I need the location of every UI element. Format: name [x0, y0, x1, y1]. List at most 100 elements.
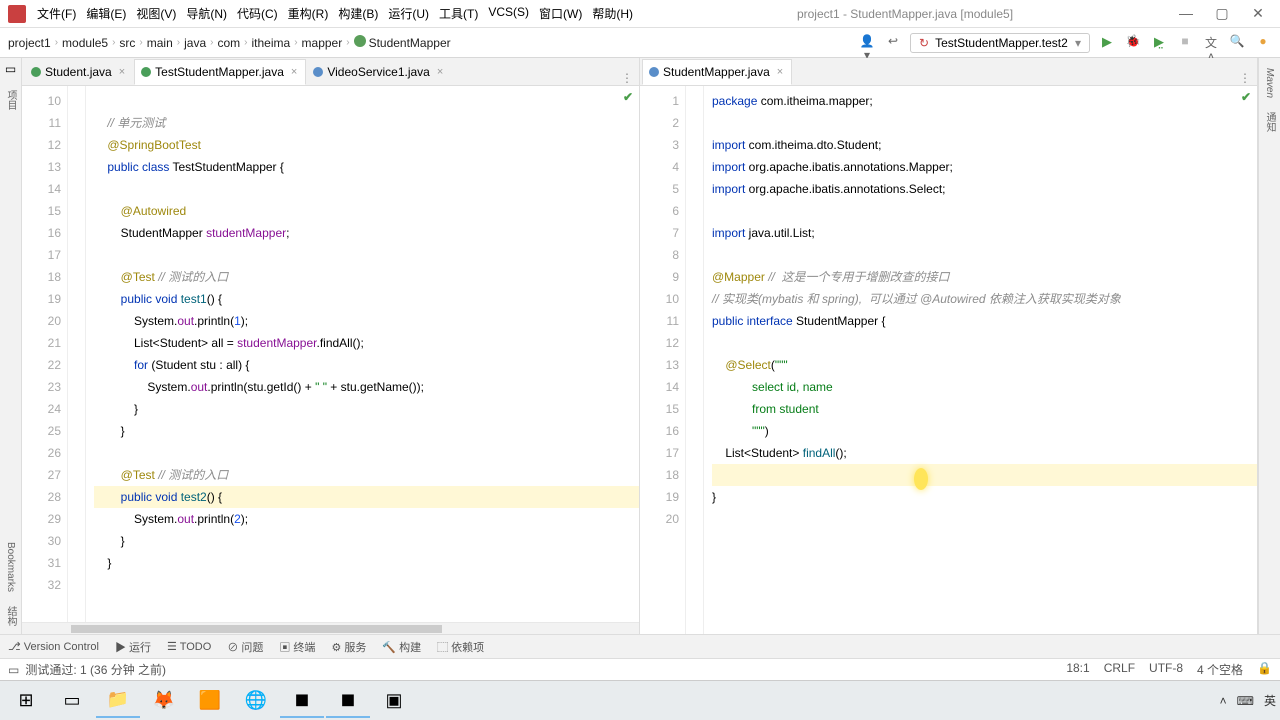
- datagrip-icon[interactable]: ◼: [326, 684, 370, 718]
- sidebar-label-structure[interactable]: 结构: [3, 606, 18, 626]
- main-menu[interactable]: 文件(F)编辑(E)视图(V)导航(N)代码(C)重构(R)构建(B)运行(U)…: [34, 3, 636, 24]
- tray-up-icon[interactable]: ˄: [1220, 694, 1227, 708]
- tab-more-icon[interactable]: ⋮: [1239, 71, 1251, 85]
- menu-item[interactable]: 重构(R): [285, 3, 332, 24]
- breadcrumb-item[interactable]: main: [147, 36, 173, 50]
- close-tab-icon[interactable]: ×: [119, 66, 125, 78]
- right-sidebar[interactable]: Maven 通知: [1258, 58, 1280, 634]
- tab-more-icon[interactable]: ⋮: [621, 71, 633, 85]
- breadcrumb[interactable]: project1›module5›src›main›java›com›ithei…: [8, 35, 858, 50]
- search-icon[interactable]: 🔍: [1228, 34, 1246, 52]
- left-sidebar[interactable]: ▭ 项目 Bookmarks 结构: [0, 58, 22, 634]
- toolwindow-tab[interactable]: ⬚ 依赖项: [437, 639, 484, 655]
- sidebar-label-project[interactable]: 项目: [3, 90, 18, 110]
- toolwindow-tab[interactable]: ☰ TODO: [167, 640, 211, 653]
- app-logo-icon: [8, 5, 26, 23]
- editor-right: StudentMapper.java× ⋮ 1234567891011121314…: [640, 58, 1258, 634]
- menu-item[interactable]: VCS(S): [485, 3, 532, 24]
- inspection-ok-icon: ✔: [1241, 90, 1251, 104]
- code-right[interactable]: 1234567891011121314151617181920 package …: [640, 86, 1257, 634]
- explorer-icon[interactable]: 📁: [96, 684, 140, 718]
- status-icon: ▭: [8, 663, 19, 677]
- code-left[interactable]: 10111213↻141516171819↻202122232425262728…: [22, 86, 639, 622]
- close-tab-icon[interactable]: ×: [437, 66, 443, 78]
- window-controls[interactable]: — ▢ ✕: [1174, 5, 1270, 22]
- terminal-icon[interactable]: ▣: [372, 684, 416, 718]
- window-title: project1 - StudentMapper.java [module5]: [636, 7, 1174, 21]
- menu-item[interactable]: 工具(T): [436, 3, 481, 24]
- windows-taskbar[interactable]: ⊞ ▭ 📁 🦊 🟧 🌐 ◼ ◼ ▣ ˄ ⌨ 英: [0, 680, 1280, 720]
- settings-icon[interactable]: ●: [1254, 34, 1272, 52]
- user-icon[interactable]: 👤▾: [858, 34, 876, 52]
- ime-lang[interactable]: 英: [1264, 692, 1276, 709]
- toolwindow-tab[interactable]: ⊘ 问题: [227, 639, 263, 655]
- editor-left: Student.java×TestStudentMapper.java×Vide…: [22, 58, 640, 634]
- tabs-right[interactable]: StudentMapper.java× ⋮: [640, 58, 1257, 86]
- sidebar-label-notify[interactable]: 通知: [1262, 112, 1277, 132]
- ime-icon[interactable]: ⌨: [1237, 694, 1254, 708]
- file-encoding[interactable]: UTF-8: [1149, 661, 1183, 678]
- editor-tab[interactable]: TestStudentMapper.java×: [134, 59, 306, 85]
- minimize-icon[interactable]: —: [1174, 5, 1198, 22]
- edge-icon[interactable]: 🌐: [234, 684, 278, 718]
- run-config-selector[interactable]: ↻ TestStudentMapper.test2 ▾: [910, 33, 1090, 53]
- system-tray[interactable]: ˄ ⌨ 英: [1220, 692, 1276, 709]
- indent-info[interactable]: 4 个空格: [1197, 661, 1243, 678]
- title-bar: 文件(F)编辑(E)视图(V)导航(N)代码(C)重构(R)构建(B)运行(U)…: [0, 0, 1280, 28]
- line-numbers-right: 1234567891011121314151617181920: [640, 86, 686, 634]
- close-tab-icon[interactable]: ×: [291, 66, 297, 78]
- intellij-icon[interactable]: ◼: [280, 684, 324, 718]
- office-icon[interactable]: 🟧: [188, 684, 232, 718]
- run-icon[interactable]: ▶: [1098, 34, 1116, 52]
- start-button[interactable]: ⊞: [4, 684, 48, 718]
- close-tab-icon[interactable]: ×: [777, 66, 783, 78]
- hscroll-left[interactable]: [22, 622, 639, 634]
- tool-window-bar[interactable]: ⎇ Version Control ▶ 运行 ☰ TODO ⊘ 问题 ▣ 终端 ⚙ 服务 🔨…: [0, 634, 1280, 658]
- breadcrumb-item[interactable]: itheima: [252, 36, 291, 50]
- translate-icon[interactable]: 文A: [1202, 34, 1220, 52]
- breadcrumb-item[interactable]: com: [217, 36, 240, 50]
- editor-tab[interactable]: StudentMapper.java×: [642, 59, 792, 85]
- toolwindow-tab[interactable]: ⚙ 服务: [331, 639, 366, 655]
- menu-item[interactable]: 文件(F): [34, 3, 79, 24]
- menu-item[interactable]: 编辑(E): [83, 3, 129, 24]
- maximize-icon[interactable]: ▢: [1210, 5, 1234, 22]
- menu-item[interactable]: 构建(B): [335, 3, 381, 24]
- toolwindow-tab[interactable]: ▣ 终端: [279, 639, 315, 655]
- breadcrumb-item[interactable]: src: [119, 36, 135, 50]
- breadcrumb-item[interactable]: mapper: [302, 36, 343, 50]
- coverage-icon[interactable]: ▶̤: [1150, 34, 1168, 52]
- toolwindow-tab[interactable]: 🔨 构建: [382, 639, 421, 655]
- toolwindow-tab[interactable]: ⎇ Version Control: [8, 640, 99, 653]
- task-view-icon[interactable]: ▭: [50, 684, 94, 718]
- editor-tab[interactable]: Student.java×: [24, 59, 134, 85]
- gutter-left: [68, 86, 86, 622]
- sidebar-label-bookmarks[interactable]: Bookmarks: [5, 542, 16, 592]
- toolwindow-tab[interactable]: ▶ 运行: [115, 639, 151, 655]
- breadcrumb-item[interactable]: StudentMapper: [354, 35, 451, 50]
- sidebar-label-maven[interactable]: Maven: [1264, 68, 1275, 98]
- menu-item[interactable]: 窗口(W): [536, 3, 585, 24]
- stop-icon[interactable]: ■: [1176, 34, 1194, 52]
- menu-item[interactable]: 代码(C): [234, 3, 281, 24]
- readonly-icon[interactable]: 🔒: [1257, 661, 1272, 678]
- source-left[interactable]: // 单元测试 @SpringBootTest public class Tes…: [86, 86, 639, 622]
- debug-icon[interactable]: 🐞: [1124, 34, 1142, 52]
- editor-tab[interactable]: VideoService1.java×: [306, 59, 452, 85]
- main-area: ▭ 项目 Bookmarks 结构 Student.java×TestStude…: [0, 58, 1280, 634]
- breadcrumb-item[interactable]: module5: [62, 36, 108, 50]
- back-arrow-icon[interactable]: ↩: [884, 34, 902, 52]
- caret-position[interactable]: 18:1: [1066, 661, 1089, 678]
- menu-item[interactable]: 导航(N): [183, 3, 230, 24]
- project-tool-icon[interactable]: ▭: [5, 62, 16, 76]
- menu-item[interactable]: 运行(U): [385, 3, 432, 24]
- firefox-icon[interactable]: 🦊: [142, 684, 186, 718]
- breadcrumb-item[interactable]: project1: [8, 36, 51, 50]
- source-right[interactable]: package com.itheima.mapper; import com.i…: [704, 86, 1257, 634]
- menu-item[interactable]: 帮助(H): [589, 3, 636, 24]
- tabs-left[interactable]: Student.java×TestStudentMapper.java×Vide…: [22, 58, 639, 86]
- line-sep[interactable]: CRLF: [1104, 661, 1135, 678]
- breadcrumb-item[interactable]: java: [184, 36, 206, 50]
- close-icon[interactable]: ✕: [1246, 5, 1270, 22]
- menu-item[interactable]: 视图(V): [133, 3, 179, 24]
